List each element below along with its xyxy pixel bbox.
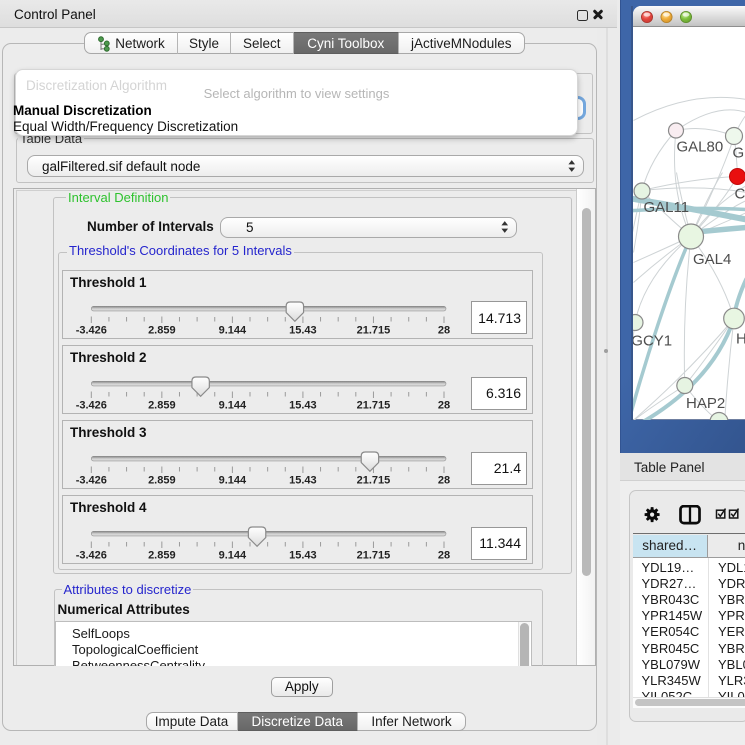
svg-text:GAL80: GAL80 <box>676 138 723 155</box>
svg-text:2.859: 2.859 <box>148 400 176 412</box>
svg-text:15.43: 15.43 <box>289 550 317 562</box>
svg-text:21.715: 21.715 <box>357 475 391 487</box>
svg-text:9.144: 9.144 <box>219 324 247 336</box>
svg-text:G.: G. <box>732 144 745 161</box>
svg-text:15.43: 15.43 <box>289 475 317 487</box>
svg-text:-3.426: -3.426 <box>76 324 107 336</box>
svg-text:21.715: 21.715 <box>357 324 391 336</box>
svg-text:15.43: 15.43 <box>289 400 317 412</box>
svg-text:21.715: 21.715 <box>357 400 391 412</box>
svg-text:HAP2: HAP2 <box>686 395 725 412</box>
svg-text:-3.426: -3.426 <box>76 550 107 562</box>
svg-text:-3.426: -3.426 <box>76 475 107 487</box>
svg-text:2.859: 2.859 <box>148 324 176 336</box>
svg-text:GCY1: GCY1 <box>633 332 672 349</box>
svg-text:21.715: 21.715 <box>357 550 391 562</box>
svg-text:28: 28 <box>438 400 450 412</box>
svg-text:2.859: 2.859 <box>148 550 176 562</box>
svg-text:C: C <box>734 185 745 202</box>
svg-text:GAL11: GAL11 <box>643 199 689 216</box>
svg-text:GAL4: GAL4 <box>693 251 731 268</box>
svg-text:H: H <box>736 330 745 347</box>
svg-text:28: 28 <box>438 475 450 487</box>
svg-text:-3.426: -3.426 <box>76 400 107 412</box>
svg-text:9.144: 9.144 <box>219 550 247 562</box>
svg-text:28: 28 <box>438 324 450 336</box>
svg-text:15.43: 15.43 <box>289 324 317 336</box>
svg-text:2.859: 2.859 <box>148 475 176 487</box>
svg-text:9.144: 9.144 <box>219 400 247 412</box>
svg-text:28: 28 <box>438 550 450 562</box>
svg-text:9.144: 9.144 <box>219 475 247 487</box>
